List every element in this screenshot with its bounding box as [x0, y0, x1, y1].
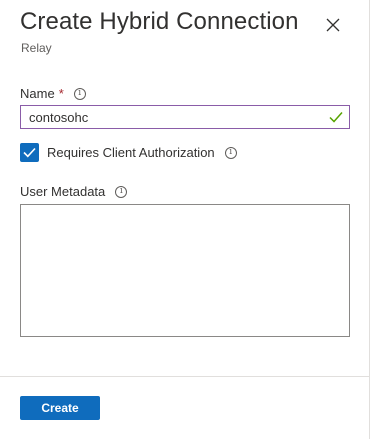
name-label: Name [20, 86, 55, 101]
client-authorization-checkbox[interactable] [20, 143, 39, 162]
name-label-row: Name * i [20, 86, 86, 101]
client-authorization-label: Requires Client Authorization [47, 145, 215, 160]
create-button[interactable]: Create [20, 396, 100, 420]
user-metadata-input[interactable] [21, 205, 349, 336]
info-icon[interactable]: i [224, 146, 237, 159]
user-metadata-label: User Metadata [20, 184, 106, 199]
footer-divider [0, 376, 370, 377]
info-icon[interactable]: i [115, 185, 128, 198]
name-field[interactable] [20, 105, 350, 129]
close-button[interactable] [322, 14, 344, 36]
required-marker: * [58, 86, 64, 101]
panel-title: Create Hybrid Connection [20, 8, 299, 35]
info-icon[interactable]: i [73, 87, 86, 100]
close-icon [326, 18, 340, 32]
user-metadata-label-row: User Metadata i [20, 184, 128, 199]
create-hybrid-connection-panel: Create Hybrid Connection Relay Name * i … [0, 0, 370, 439]
panel-subtitle: Relay [21, 41, 52, 55]
user-metadata-field[interactable] [20, 204, 350, 337]
checkbox-checked-icon [23, 147, 36, 158]
name-input[interactable] [21, 106, 327, 128]
checkmark-icon [327, 108, 345, 126]
client-authorization-option[interactable]: Requires Client Authorization i [20, 143, 237, 162]
